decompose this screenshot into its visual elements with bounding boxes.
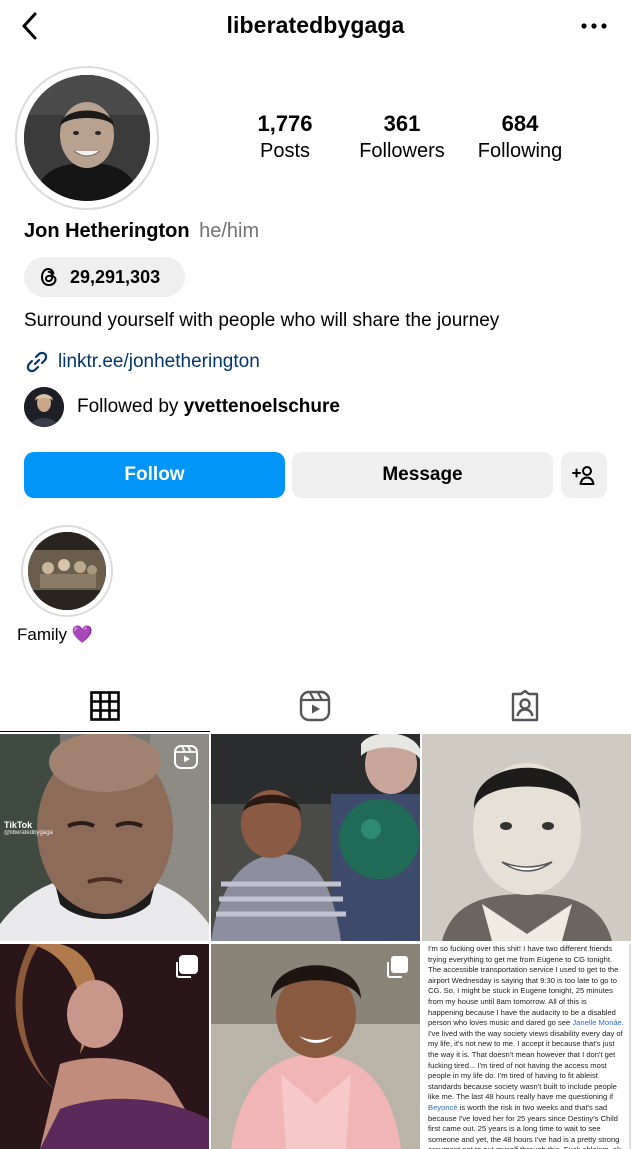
pronouns: he/him <box>199 220 260 242</box>
profile-name-line: Jon Hetherington he/him <box>24 220 259 243</box>
post-tile[interactable] <box>211 944 420 1149</box>
tiktok-watermark: TikTok @liberatedbygaga <box>4 820 53 836</box>
tiktok-label: TikTok <box>4 820 33 830</box>
tab-tagged[interactable] <box>420 680 630 732</box>
add-user-icon <box>572 466 595 485</box>
message-button[interactable]: Message <box>292 452 553 498</box>
note-text-1: I'm so fucking over this shit! I have tw… <box>428 944 619 1028</box>
post-tile[interactable] <box>422 734 631 941</box>
reel-icon <box>174 745 198 769</box>
followed-by-prefix: Followed by <box>77 396 184 417</box>
bio-link-text: linktr.ee/jonhetherington <box>58 351 260 372</box>
carousel-icon <box>176 955 198 978</box>
threads-icon <box>40 267 57 287</box>
reels-icon <box>299 690 331 722</box>
more-options-button[interactable] <box>577 12 611 40</box>
highlight-ring <box>21 525 113 617</box>
display-name: Jon Hetherington <box>24 220 190 242</box>
tagged-icon <box>511 690 539 722</box>
followers-value: 361 <box>383 111 421 136</box>
note-text-3: is worth the risk in two weeks and that'… <box>428 1102 621 1149</box>
tab-reels[interactable] <box>210 680 420 732</box>
suggested-users-button[interactable] <box>561 452 607 498</box>
posts-count[interactable]: 1,776 Posts <box>245 110 325 164</box>
post-tile[interactable] <box>211 734 420 941</box>
tab-posts[interactable] <box>0 680 210 732</box>
note-text-2: . I've lived with the way society views … <box>428 1018 624 1102</box>
tiktok-handle: @liberatedbygaga <box>4 830 53 836</box>
avatar-image <box>24 75 150 201</box>
following-label: Following <box>477 140 563 162</box>
followed-by-user: yvettenoelschure <box>183 396 340 417</box>
posts-grid: TikTok @liberatedbygaga I'm so fucking o… <box>0 734 631 1149</box>
bio-text: Surround yourself with people who will s… <box>24 310 500 331</box>
profile-username: liberatedbygaga <box>226 12 405 38</box>
carousel-icon <box>387 956 408 978</box>
followers-count[interactable]: 361 Followers <box>352 110 452 164</box>
highlight-cover <box>28 532 106 610</box>
post-tile[interactable]: I'm so fucking over this shit! I have tw… <box>422 944 631 1149</box>
threads-badge[interactable]: 29,291,303 <box>24 257 185 297</box>
post-tile[interactable]: TikTok @liberatedbygaga <box>0 734 209 941</box>
highlight-label-text: Family <box>17 625 68 644</box>
note-link-janelle: Janelle Monáe <box>572 1018 622 1028</box>
more-horizontal-icon <box>581 23 607 29</box>
followed-by-text: Followed by yvettenoelschure <box>77 396 340 418</box>
note-link-beyonce: Beyoncé <box>428 1102 458 1112</box>
follower-avatar <box>24 387 64 427</box>
story-highlight[interactable]: Family 💜 <box>17 525 115 644</box>
posts-label: Posts <box>259 140 311 162</box>
profile-tabs <box>0 680 631 732</box>
highlight-label: Family 💜 <box>17 625 93 645</box>
followers-label: Followers <box>359 140 445 162</box>
profile-avatar[interactable] <box>15 66 159 210</box>
posts-value: 1,776 <box>257 111 313 136</box>
followed-by[interactable]: Followed by yvettenoelschure <box>24 387 340 427</box>
link-icon <box>26 351 48 373</box>
text-post-screenshot: I'm so fucking over this shit! I have tw… <box>428 944 624 1149</box>
follow-button[interactable]: Follow <box>24 452 285 498</box>
top-bar: liberatedbygaga <box>0 0 631 52</box>
post-tile[interactable] <box>0 944 209 1149</box>
following-value: 684 <box>501 111 539 136</box>
bio-link[interactable]: linktr.ee/jonhetherington <box>24 349 260 375</box>
purple-heart-emoji: 💜 <box>71 625 93 644</box>
threads-count: 29,291,303 <box>70 266 161 287</box>
grid-icon <box>90 690 120 721</box>
following-count[interactable]: 684 Following <box>470 110 570 164</box>
